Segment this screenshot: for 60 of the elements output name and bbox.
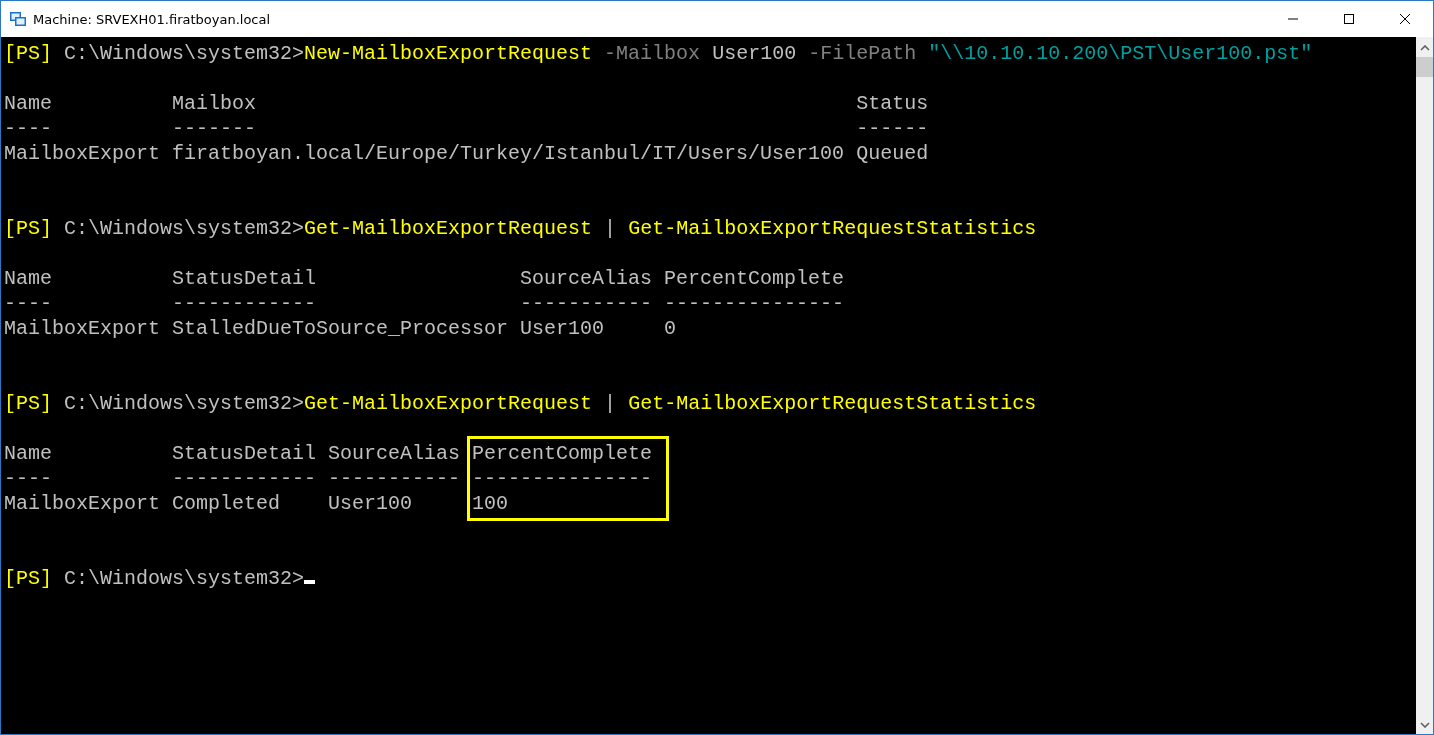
cmdlet-name: Get-MailboxExportRequestStatistics — [628, 392, 1037, 415]
header-rule: --------------- — [664, 291, 846, 316]
scrollbar[interactable] — [1416, 37, 1433, 734]
header-rule: ------- — [172, 116, 258, 141]
parameter-name: -Mailbox — [604, 42, 701, 65]
header-rule: ---- — [4, 466, 53, 491]
table-cell-text: User100 — [328, 491, 414, 516]
table-cell-text: Queued — [856, 141, 930, 166]
window-title: Machine: SRVEXH01.firatboyan.local — [33, 11, 271, 27]
scroll-down-icon[interactable] — [1419, 722, 1430, 728]
table-cell-text: 100 — [472, 491, 510, 516]
cmdlet-name: Get-MailboxExportRequest — [304, 392, 593, 415]
prompt-path: C:\Windows\system32> — [64, 392, 305, 415]
header-rule: ------------ — [172, 291, 318, 316]
column-header: Name — [4, 91, 53, 116]
header-rule: ------ — [856, 116, 930, 141]
prompt-path: C:\Windows\system32> — [64, 567, 305, 590]
table-cell-text: 0 — [664, 316, 678, 341]
column-header: PercentComplete — [664, 266, 846, 291]
column-header: Mailbox — [172, 91, 258, 116]
cmdlet-name: New-MailboxExportRequest — [304, 42, 593, 65]
column-header: SourceAlias — [520, 266, 654, 291]
argument-value: User100 — [712, 42, 797, 65]
cmdlet-name: Get-MailboxExportRequestStatistics — [628, 217, 1037, 240]
prompt-tag: [PS] — [4, 392, 52, 415]
cmdlet-name: Get-MailboxExportRequest — [304, 217, 593, 240]
header-rule: ---- — [4, 291, 53, 316]
table-cell-text: MailboxExport — [4, 141, 162, 166]
parameter-name: -FilePath — [808, 42, 917, 65]
table-cell-text: MailboxExport — [4, 316, 162, 341]
maximize-icon — [1343, 13, 1355, 25]
table-cell-text: StalledDueToSource_Processor — [172, 316, 510, 341]
header-rule: ----------- — [328, 466, 462, 491]
prompt-tag: [PS] — [4, 567, 52, 590]
prompt-tag: [PS] — [4, 217, 52, 240]
column-header: Name — [4, 441, 53, 466]
table-cell-text: firatboyan.local/Europe/Turkey/Istanbul/IT/Users/User100 — [172, 141, 846, 166]
column-header: PercentComplete — [472, 441, 654, 466]
prompt-path: C:\Windows\system32> — [64, 217, 305, 240]
column-header: SourceAlias — [328, 441, 462, 466]
pipe-symbol: | — [604, 392, 617, 415]
prompt-path: C:\Windows\system32> — [64, 42, 305, 65]
column-header: StatusDetail — [172, 441, 318, 466]
pipe-symbol: | — [604, 217, 617, 240]
header-rule: ---- — [4, 116, 53, 141]
table-cell-text: User100 — [520, 316, 606, 341]
column-header: Name — [4, 266, 53, 291]
table-cell-text: Completed — [172, 491, 282, 516]
header-rule: --------------- — [472, 466, 654, 491]
table-cell-text: MailboxExport — [4, 491, 162, 516]
scrollbar-thumb[interactable] — [1416, 57, 1433, 77]
remote-desktop-icon — [9, 10, 27, 28]
column-header: Status — [856, 91, 930, 116]
string-argument: "\\10.10.10.200\PST\User100.pst" — [928, 42, 1313, 65]
header-rule: ----------- — [520, 291, 654, 316]
prompt-tag: [PS] — [4, 42, 52, 65]
column-header: StatusDetail — [172, 266, 318, 291]
scroll-up-icon[interactable] — [1419, 45, 1430, 51]
close-icon — [1399, 13, 1411, 25]
header-rule: ------------ — [172, 466, 318, 491]
